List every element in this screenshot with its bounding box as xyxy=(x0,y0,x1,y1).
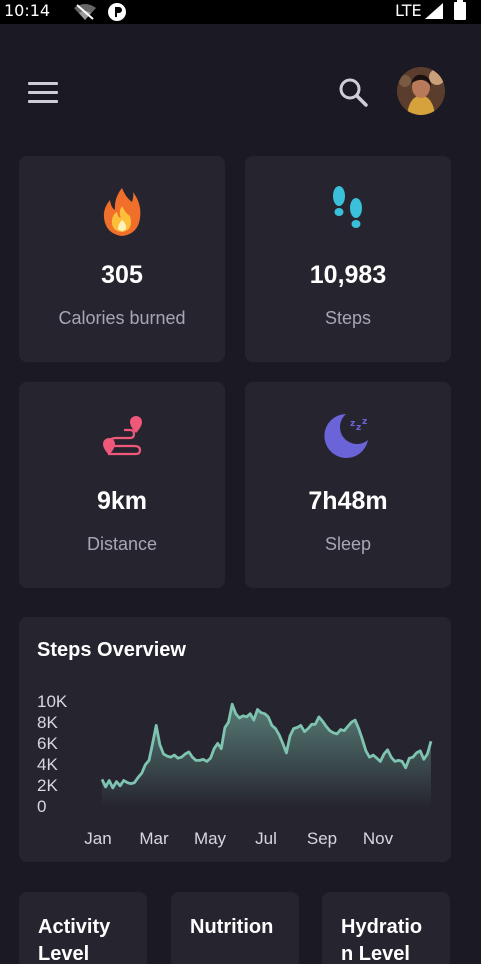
nutrition-card[interactable]: Nutrition xyxy=(171,892,299,964)
distance-card[interactable]: 9km Distance xyxy=(19,382,225,588)
steps-chart: 10K 8K 6K 4K 2K 0 Jan Mar May Jul Sep Nov xyxy=(37,692,433,848)
y-tick-label: 2K xyxy=(37,776,58,795)
activity-level-card[interactable]: Activity Level xyxy=(19,892,147,964)
battery-icon xyxy=(454,0,466,20)
svg-text:z: z xyxy=(356,423,361,433)
x-tick-label: May xyxy=(194,829,227,848)
signal-icon xyxy=(425,3,443,19)
calories-label: Calories burned xyxy=(58,308,186,328)
sleep-card[interactable]: z z z 7h48m Sleep xyxy=(245,382,451,588)
steps-label: Steps xyxy=(324,308,372,328)
app-notification-icon xyxy=(108,3,126,21)
y-tick-label: 8K xyxy=(37,713,58,732)
network-type: LTE xyxy=(395,1,422,20)
fire-icon xyxy=(103,188,141,236)
status-bar: 10:14 LTE xyxy=(0,0,481,24)
nutrition-label: Nutrition xyxy=(190,916,274,938)
x-tick-label: Jan xyxy=(84,829,111,848)
svg-text:z: z xyxy=(350,419,355,429)
status-time: 10:14 xyxy=(4,1,51,20)
route-icon xyxy=(103,416,142,456)
y-tick-label: 10K xyxy=(37,692,68,711)
activity-level-label: Activity Level xyxy=(38,916,111,964)
calories-card[interactable]: 305 Calories burned xyxy=(19,156,225,362)
footprints-icon xyxy=(333,186,362,228)
distance-value: 9km xyxy=(96,487,148,515)
y-tick-label: 6K xyxy=(37,734,58,753)
wifi-off-icon xyxy=(74,4,96,20)
y-tick-label: 0 xyxy=(37,797,46,816)
distance-label: Distance xyxy=(86,534,158,554)
hydration-level-label: Hydration Level xyxy=(341,916,423,964)
x-tick-label: Jul xyxy=(255,829,277,848)
sleep-label: Sleep xyxy=(324,534,372,554)
calories-value: 305 xyxy=(101,261,143,289)
top-app-bar xyxy=(0,60,481,124)
moon-icon: z z z xyxy=(324,414,368,458)
hydration-level-card[interactable]: Hydration Level xyxy=(322,892,450,964)
sleep-value: 7h48m xyxy=(308,487,388,515)
steps-card[interactable]: 10,983 Steps xyxy=(245,156,451,362)
x-tick-label: Sep xyxy=(307,829,337,848)
x-tick-label: Nov xyxy=(363,829,394,848)
search-icon[interactable] xyxy=(337,76,369,108)
steps-overview-card: Steps Overview 10K 8K 6K 4K 2K 0 Jan Mar May Jul S… xyxy=(19,617,451,862)
menu-icon[interactable] xyxy=(28,82,60,106)
x-tick-label: Mar xyxy=(139,829,169,848)
steps-value: 10,983 xyxy=(309,261,387,289)
y-tick-label: 4K xyxy=(37,755,58,774)
svg-text:z: z xyxy=(362,417,367,427)
avatar[interactable] xyxy=(397,67,445,115)
